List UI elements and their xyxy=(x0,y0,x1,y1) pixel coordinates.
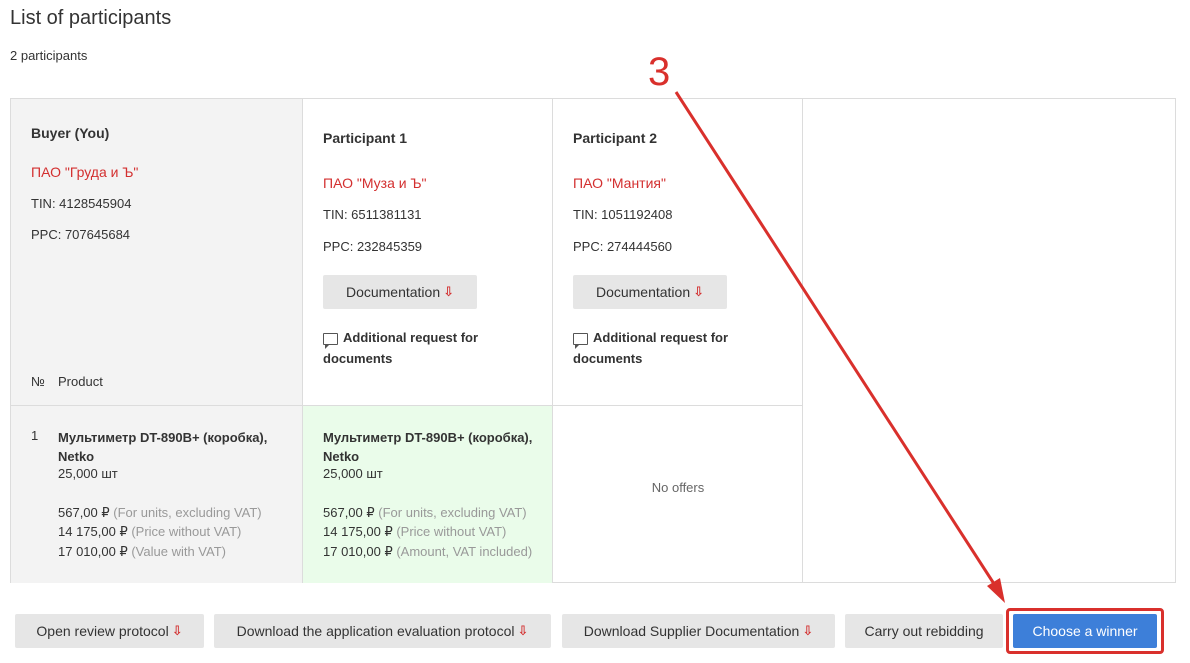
annotation-arrow xyxy=(674,91,1005,603)
